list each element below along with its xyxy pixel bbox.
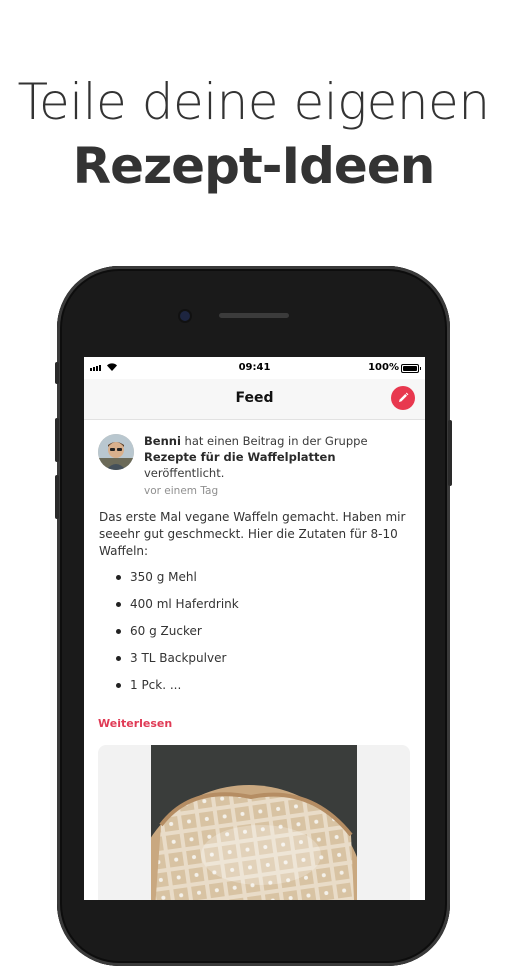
- post-image-card[interactable]: [98, 745, 410, 900]
- post-body: Das erste Mal vegane Waffeln gemacht. Ha…: [99, 510, 406, 558]
- avatar-photo: [98, 434, 134, 470]
- list-item: 1 Pck. ...: [114, 675, 414, 702]
- status-bar: 09:41 100%: [84, 357, 425, 379]
- ingredient-list: 350 g Mehl 400 ml Haferdrink 60 g Zucker…: [114, 567, 414, 702]
- list-item: 400 ml Haferdrink: [114, 594, 414, 621]
- group-name[interactable]: Rezepte für die Waffelplatten: [144, 450, 336, 464]
- compose-post-button[interactable]: [391, 386, 415, 410]
- list-item: 3 TL Backpulver: [114, 648, 414, 675]
- headline-line-2: Rezept-Ideen: [72, 137, 436, 195]
- phone-volume-up: [55, 418, 59, 462]
- phone-power-button: [448, 420, 452, 486]
- author-avatar[interactable]: [98, 434, 134, 470]
- pencil-icon: [399, 392, 409, 402]
- nav-title: Feed: [235, 390, 274, 406]
- waffle-photo: [134, 745, 364, 900]
- phone-screen: 09:41 100% Feed Benni hat einen Beitrag …: [84, 357, 425, 900]
- post-action-text: hat einen Beitrag in der Gruppe: [184, 434, 368, 448]
- headline-line-1: Teile deine eigenen: [17, 73, 490, 131]
- read-more-link[interactable]: Weiterlesen: [98, 717, 172, 730]
- phone-volume-down: [55, 475, 59, 519]
- battery-icon: [401, 364, 421, 373]
- post-published-text: veröffentlicht.: [144, 466, 225, 480]
- waffle-image: [134, 745, 364, 900]
- list-item: 60 g Zucker: [114, 621, 414, 648]
- front-camera: [180, 311, 190, 321]
- list-item: 350 g Mehl: [114, 567, 414, 594]
- battery-percentage: 100%: [368, 362, 399, 373]
- phone-mute-switch: [55, 362, 59, 384]
- author-name[interactable]: Benni: [144, 434, 181, 448]
- post-timestamp: vor einem Tag: [144, 485, 219, 497]
- nav-bar: Feed: [84, 379, 425, 420]
- post-meta: Benni hat einen Beitrag in der Gruppe Re…: [144, 433, 414, 499]
- promo-headline: Teile deine eigenen Rezept-Ideen: [0, 70, 507, 198]
- earpiece-speaker: [219, 313, 289, 318]
